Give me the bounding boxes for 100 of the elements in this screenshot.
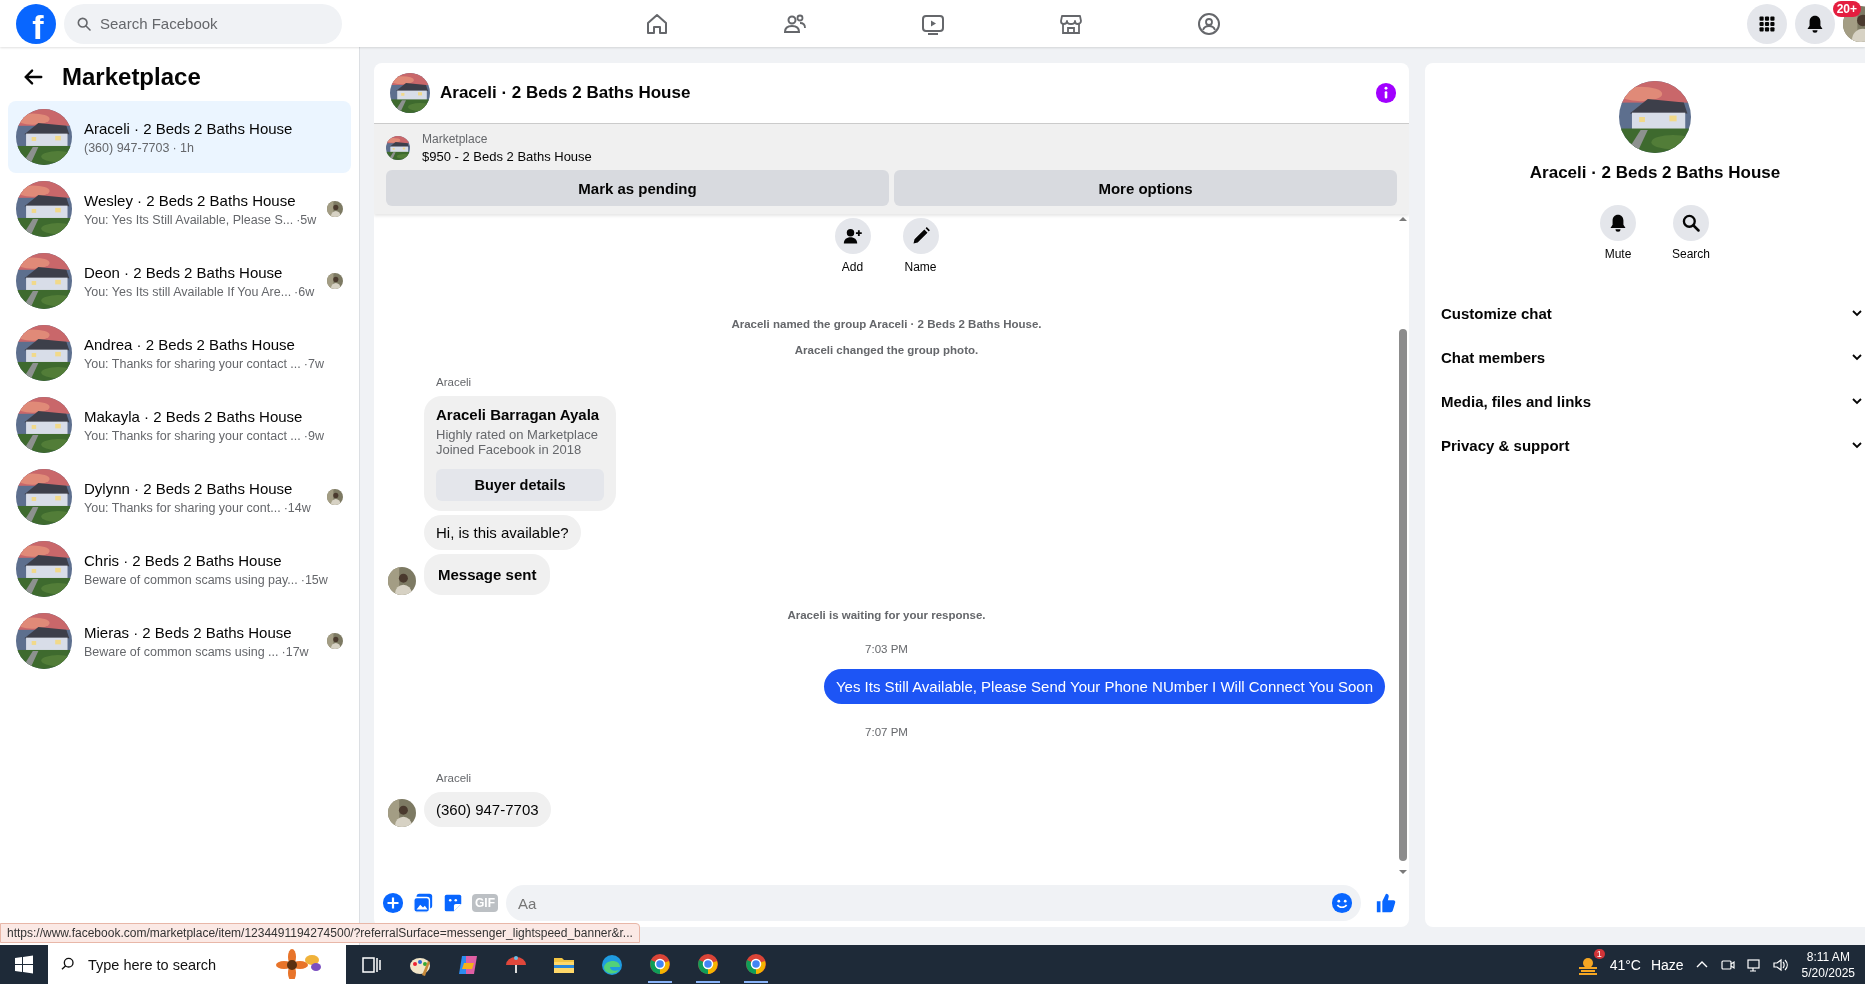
conversation-name: Mieras · 2 Beds 2 Baths House bbox=[84, 623, 293, 641]
sender-name: Araceli bbox=[436, 772, 473, 784]
message-bubble: (360) 947-7703 bbox=[424, 792, 551, 827]
conversation-title: Araceli · 2 Beds 2 Baths House bbox=[1529, 163, 1781, 183]
message-preview: You: Yes Its Still Available, Please S... bbox=[84, 212, 294, 227]
page-title: Marketplace bbox=[62, 63, 201, 91]
smiley-icon[interactable] bbox=[1331, 892, 1353, 914]
chrome-icon[interactable] bbox=[696, 952, 720, 976]
message-field[interactable]: Aa bbox=[506, 885, 1361, 921]
notification-badge: 20+ bbox=[1832, 0, 1861, 17]
home-icon bbox=[644, 11, 669, 36]
speaker-icon[interactable] bbox=[1771, 956, 1788, 973]
conversation-item[interactable]: Mieras · 2 Beds 2 Baths House Beware of common scams using ... ·17w bbox=[8, 605, 351, 677]
message-time: ·14w bbox=[283, 500, 311, 515]
chrome-icon[interactable] bbox=[744, 952, 768, 976]
chevron-down-icon bbox=[1851, 439, 1863, 451]
conversation-item[interactable]: Araceli · 2 Beds 2 Baths House (360) 947-7703 · 1h bbox=[8, 101, 351, 173]
search-icon bbox=[1681, 213, 1701, 233]
action-button[interactable] bbox=[1673, 205, 1709, 241]
system-message: Araceli is waiting for your response. bbox=[786, 609, 987, 621]
action-label: Mute bbox=[1604, 247, 1632, 261]
temperature: 41°C bbox=[1609, 956, 1641, 973]
chat-title: Araceli · 2 Beds 2 Baths House bbox=[440, 83, 692, 103]
message-preview: You: Thanks for sharing your cont... bbox=[84, 500, 281, 515]
conversation-item[interactable]: Dylynn · 2 Beds 2 Baths House You: Thanks for sharing your cont... ·14w bbox=[8, 461, 351, 533]
menu-button[interactable] bbox=[1747, 3, 1787, 44]
timestamp: 7:07 PM bbox=[864, 726, 909, 738]
weather-badge: 1 bbox=[1593, 948, 1605, 959]
conversation-name: Deon · 2 Beds 2 Baths House bbox=[84, 263, 284, 281]
listing-title[interactable]: $950 - 2 Beds 2 Baths House bbox=[422, 149, 592, 164]
message-bubble: Message sent bbox=[424, 554, 551, 595]
timestamp: 7:03 PM bbox=[864, 643, 909, 655]
taskbar-search-field[interactable]: Type here to search bbox=[48, 945, 346, 984]
buyer-info: Joined Facebook in 2018 bbox=[436, 442, 583, 457]
message-preview: You: Thanks for sharing your contact ... bbox=[84, 428, 301, 443]
back-arrow-icon[interactable] bbox=[22, 66, 44, 88]
buyer-info: Highly rated on Marketplace bbox=[436, 427, 599, 442]
bell-icon bbox=[1805, 13, 1825, 34]
plus-icon[interactable] bbox=[382, 892, 404, 914]
conversation-name: Dylynn · 2 Beds 2 Baths House bbox=[84, 479, 294, 497]
chrome-icon[interactable] bbox=[648, 952, 672, 976]
conversation-name: Andrea · 2 Beds 2 Baths House bbox=[84, 335, 296, 353]
network-icon[interactable] bbox=[1745, 956, 1762, 973]
message-preview: You: Thanks for sharing your contact ... bbox=[84, 356, 301, 371]
message-time: ·6w bbox=[294, 284, 315, 299]
pencil-icon bbox=[910, 226, 931, 246]
system-message: Araceli named the group Araceli · 2 Beds 2 Baths House. bbox=[730, 318, 1043, 330]
action-label: Search bbox=[1672, 247, 1710, 261]
conversation-item[interactable]: Deon · 2 Beds 2 Baths House You: Yes Its still Available If You Are... ·6w bbox=[8, 245, 351, 317]
conversation-item[interactable]: Wesley · 2 Beds 2 Baths House You: Yes Its Still Available, Please S... ·5w bbox=[8, 173, 351, 245]
conversation-item[interactable]: Chris · 2 Beds 2 Baths House Beware of common scams using pay... ·15w bbox=[8, 533, 351, 605]
sticker-icon[interactable] bbox=[442, 892, 464, 914]
search-icon bbox=[76, 15, 92, 32]
action-label: Name bbox=[904, 260, 937, 274]
message-time: ·7w bbox=[303, 356, 324, 371]
status-url: https://www.facebook.com/marketplace/item/1234491194274500/?referralSurface=messenger_lightspeed_banner&r... bbox=[0, 923, 640, 943]
settings-section[interactable]: Media, files and links bbox=[1425, 379, 1865, 423]
settings-section[interactable]: Privacy & support bbox=[1425, 423, 1865, 467]
action-button[interactable] bbox=[902, 218, 939, 254]
listing-label: Marketplace bbox=[422, 132, 489, 146]
message-time: ·5w bbox=[296, 212, 317, 227]
message-time: · 1h bbox=[172, 140, 195, 155]
groups-icon bbox=[1196, 11, 1221, 36]
message-preview: You: Yes Its still Available If You Are... bbox=[84, 284, 292, 299]
conversation-item[interactable]: Makayla · 2 Beds 2 Baths House You: Thanks for sharing your contact ... ·9w bbox=[8, 389, 351, 461]
buyer-details-button[interactable]: Buyer details bbox=[436, 469, 604, 501]
search-icon bbox=[60, 956, 76, 972]
windows-start-icon[interactable] bbox=[14, 954, 34, 975]
buyer-name: Araceli Barragan Ayala bbox=[436, 406, 601, 423]
settings-section[interactable]: Customize chat bbox=[1425, 291, 1865, 335]
chevron-down-icon bbox=[1851, 307, 1863, 319]
weather-condition: Haze bbox=[1650, 956, 1684, 973]
message-time: ·15w bbox=[300, 572, 328, 587]
scroll-down-icon[interactable] bbox=[1398, 867, 1408, 877]
conversation-name: Makayla · 2 Beds 2 Baths House bbox=[84, 407, 304, 425]
notifications-button[interactable] bbox=[1795, 3, 1835, 44]
search-field[interactable]: Search Facebook bbox=[64, 3, 342, 44]
message-time: ·17w bbox=[281, 644, 309, 659]
chevron-down-icon bbox=[1851, 395, 1863, 407]
action-button[interactable] bbox=[1600, 205, 1636, 241]
action-button[interactable] bbox=[834, 218, 871, 254]
message-time: ·9w bbox=[303, 428, 324, 443]
info-icon[interactable] bbox=[1375, 82, 1397, 104]
photo-icon[interactable] bbox=[412, 892, 434, 914]
listing-button[interactable]: More options bbox=[894, 170, 1397, 206]
edge-icon[interactable] bbox=[600, 952, 624, 977]
thumbs-up-icon[interactable] bbox=[1375, 892, 1397, 914]
conversation-name: Chris · 2 Beds 2 Baths House bbox=[84, 551, 283, 569]
facebook-logo[interactable]: f bbox=[16, 3, 56, 44]
clock-date[interactable]: 5/20/2025 bbox=[1801, 965, 1855, 980]
clock-time[interactable]: 8:11 AM bbox=[1806, 949, 1850, 964]
settings-section[interactable]: Chat members bbox=[1425, 335, 1865, 379]
message-preview: Beware of common scams using ... bbox=[84, 644, 279, 659]
message-preview: (360) 947-7703 bbox=[84, 140, 170, 155]
bell-icon bbox=[1608, 213, 1628, 233]
conversation-item[interactable]: Andrea · 2 Beds 2 Baths House You: Thanks for sharing your contact ... ·7w bbox=[8, 317, 351, 389]
add-person-icon bbox=[842, 226, 863, 246]
listing-button[interactable]: Mark as pending bbox=[386, 170, 889, 206]
system-message: Araceli changed the group photo. bbox=[793, 344, 980, 356]
message-preview: Beware of common scams using pay... bbox=[84, 572, 298, 587]
